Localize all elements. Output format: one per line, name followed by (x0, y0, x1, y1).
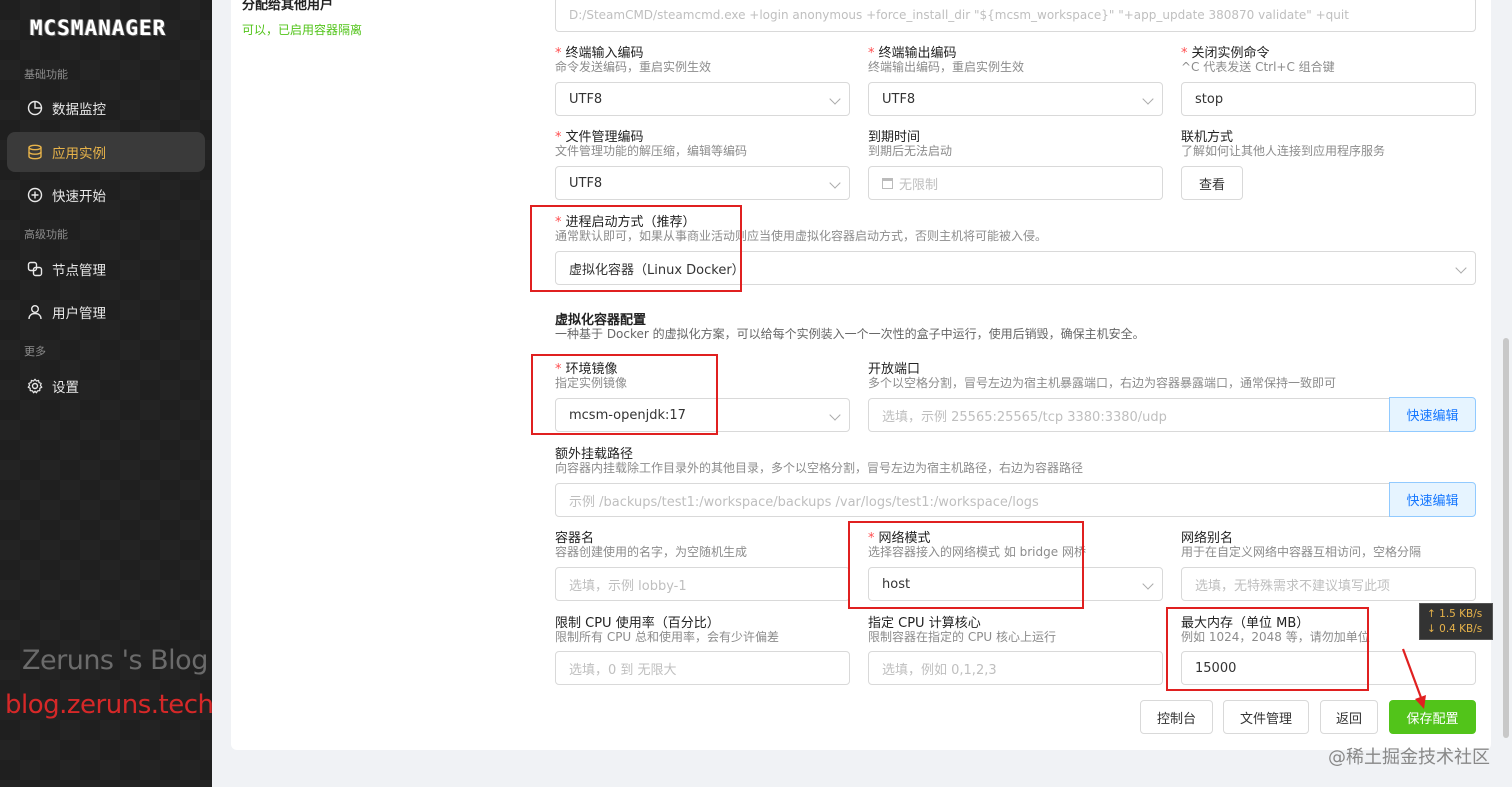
process-type-select[interactable]: 虚拟化容器（Linux Docker） (555, 251, 1476, 285)
plus-circle-icon (27, 187, 43, 203)
back-button[interactable]: 返回 (1320, 700, 1378, 734)
network-speed-widget: ↑ 1.5 KB/s ↓ 0.4 KB/s (1419, 603, 1493, 640)
page-scrollbar[interactable] (1503, 338, 1509, 738)
sidebar-item-label: 用户管理 (52, 306, 106, 322)
process-type-desc: 通常默认即可，如果从事商业活动则应当使用虚拟化容器启动方式，否则主机将可能被入侵… (555, 229, 1048, 243)
image-select[interactable]: mcsm-openjdk:17 (555, 398, 850, 432)
memory-desc: 例如 1024，2048 等，请勿加单位 (1181, 630, 1370, 644)
mounts-quick-edit-button[interactable]: 快速编辑 (1389, 482, 1476, 517)
juejin-watermark: @稀土掘金技术社区 (1328, 747, 1490, 768)
output-encoding-select[interactable]: UTF8 (868, 82, 1163, 116)
input-encoding-desc: 命令发送编码，重启实例生效 (555, 60, 712, 74)
docker-section-desc: 一种基于 Docker 的虚拟化方案，可以给每个实例装入一个一次性的盒子中运行，… (555, 327, 1145, 341)
sidebar: MCSMANAGER 基础功能 数据监控 应用实例 快速开始 高级功能 节点管理… (0, 0, 214, 787)
chevron-down-icon (1142, 578, 1154, 590)
chevron-down-icon (1455, 262, 1467, 274)
group-title-advanced: 高级功能 (24, 228, 68, 241)
chevron-down-icon (829, 93, 841, 105)
sidebar-item-label: 应用实例 (52, 146, 106, 162)
network-alias-desc: 用于在自定义网络中容器互相访问，空格分隔 (1181, 545, 1422, 559)
input-encoding-select[interactable]: UTF8 (555, 82, 850, 116)
blog-name-watermark: Zeruns 's Blog (22, 645, 208, 676)
chevron-down-icon (829, 409, 841, 421)
sidebar-item-quickstart[interactable]: 快速开始 (7, 175, 205, 215)
file-encoding-select[interactable]: UTF8 (555, 166, 850, 200)
connect-desc: 了解如何让其他人连接到应用程序服务 (1181, 144, 1386, 158)
container-isolation-status: 可以，已启用容器隔离 (242, 23, 363, 37)
cpu-usage-input[interactable]: 选填，0 到 无限大 (555, 651, 850, 685)
gear-icon (27, 378, 43, 394)
sidebar-item-users[interactable]: 用户管理 (7, 292, 205, 332)
ports-quick-edit-button[interactable]: 快速编辑 (1389, 397, 1476, 432)
sidebar-item-label: 设置 (52, 380, 79, 396)
network-alias-input[interactable]: 选填，无特殊需求不建议填写此项 (1181, 567, 1476, 601)
stop-command-desc: ^C 代表发送 Ctrl+C 组合键 (1181, 60, 1335, 74)
nodes-icon (27, 261, 43, 277)
annotation-arrow-icon (1401, 648, 1426, 709)
file-manager-button[interactable]: 文件管理 (1223, 700, 1309, 734)
chevron-down-icon (1142, 93, 1154, 105)
expire-date-picker[interactable]: 无限制 (868, 166, 1163, 200)
group-title-more: 更多 (24, 345, 46, 358)
database-icon (27, 144, 43, 160)
user-icon (27, 304, 43, 320)
view-connect-button[interactable]: 查看 (1181, 166, 1243, 200)
ports-input[interactable]: 选填，示例 25565:25565/tcp 3380:3380/udp (868, 398, 1390, 432)
dashboard-icon (27, 100, 43, 116)
ports-desc: 多个以空格分割，冒号左边为宿主机暴露端口，右边为容器暴露端口，通常保持一致即可 (868, 376, 1337, 390)
chevron-down-icon (829, 177, 841, 189)
image-desc: 指定实例镜像 (555, 376, 628, 390)
container-name-input[interactable]: 选填，示例 lobby-1 (555, 567, 850, 601)
mounts-input[interactable]: 示例 /backups/test1:/workspace/backups /va… (555, 483, 1390, 517)
assign-users-title: 分配给其他用户 (242, 0, 334, 13)
network-mode-desc: 选择容器接入的网络模式 如 bridge 网桥 (868, 545, 1086, 559)
cpu-usage-desc: 限制所有 CPU 总和使用率，会有少许偏差 (555, 630, 780, 644)
calendar-icon (882, 177, 893, 189)
app-logo[interactable]: MCSMANAGER (30, 16, 166, 40)
cpu-cores-input[interactable]: 选填，例如 0,1,2,3 (868, 651, 1163, 685)
upload-speed: ↑ 1.5 KB/s (1427, 608, 1483, 620)
console-button[interactable]: 控制台 (1140, 700, 1213, 734)
sidebar-item-settings[interactable]: 设置 (7, 366, 205, 406)
output-encoding-desc: 终端输出编码，重启实例生效 (868, 60, 1025, 74)
sidebar-item-label: 节点管理 (52, 263, 106, 279)
group-title-basic: 基础功能 (24, 68, 68, 81)
blog-url-watermark: blog.zeruns.tech (5, 690, 214, 720)
container-name-desc: 容器创建使用的名字，为空随机生成 (555, 545, 748, 559)
stop-command-input[interactable]: stop (1181, 82, 1476, 116)
sidebar-item-instances[interactable]: 应用实例 (7, 132, 205, 172)
network-mode-select[interactable]: host (868, 567, 1163, 601)
sidebar-item-nodes[interactable]: 节点管理 (7, 249, 205, 289)
expire-desc: 到期后无法启动 (868, 144, 953, 158)
sidebar-item-dashboard[interactable]: 数据监控 (7, 88, 205, 128)
cpu-cores-desc: 限制容器在指定的 CPU 核心上运行 (868, 630, 1057, 644)
start-command-input[interactable]: D:/SteamCMD/steamcmd.exe +login anonymou… (555, 0, 1476, 32)
sidebar-item-label: 数据监控 (52, 102, 106, 118)
sidebar-item-label: 快速开始 (52, 189, 106, 205)
mounts-desc: 向容器内挂载除工作目录外的其他目录，多个以空格分割，冒号左边为宿主机路径，右边为… (555, 461, 1084, 475)
download-speed: ↓ 0.4 KB/s (1427, 623, 1483, 635)
file-encoding-desc: 文件管理功能的解压缩，编辑等编码 (555, 144, 748, 158)
